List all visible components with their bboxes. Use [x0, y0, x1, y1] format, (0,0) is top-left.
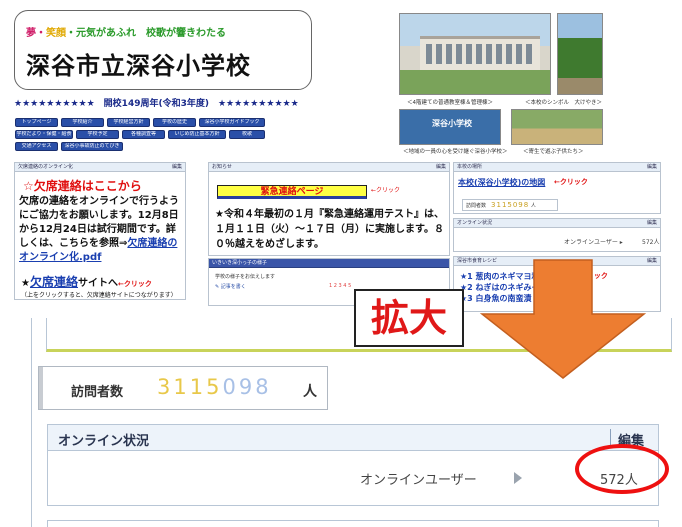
absence-body: 欠席の連絡をオンラインで行うようにご協力をお願いします。12月8日から12月24… [19, 195, 183, 265]
visitor-digits: 3115098 [491, 201, 530, 209]
nav-item-top[interactable]: トップページ [15, 118, 58, 127]
kids-panel-header: いきいき深小っ子の様子 [209, 259, 449, 268]
kids-subtitle: 学校の様子をお伝えします [215, 274, 276, 280]
slogan-part: 笑顔 [46, 28, 66, 39]
nav-item-safety-guide[interactable]: 深谷小事故防止のてびき [61, 142, 123, 151]
nav-item-history[interactable]: 学校の歴史 [153, 118, 196, 127]
nav-item-schedule[interactable]: 学校予定 [76, 130, 119, 139]
nav-item-newsletter[interactable]: 学校だより・保健・給食 [15, 130, 73, 139]
online-panel-header: オンライン状況 編集 [48, 425, 658, 451]
divider [31, 318, 32, 527]
photo-caption: ＜地域の一員の心を受け継ぐ深谷小学校＞ [403, 149, 508, 155]
edit-link[interactable]: 編集 [647, 219, 657, 227]
school-title: 深谷市立深谷小学校 [26, 52, 251, 80]
edit-link[interactable]: 編集 [172, 163, 182, 171]
online-user-label[interactable]: オンラインユーザー ▸ [564, 237, 623, 246]
online-panel-title: オンライン状況 [58, 434, 150, 449]
nav-item-guidebook[interactable]: 深谷小学校ガイドブック [199, 118, 265, 127]
absence-panel-header: 欠席連絡のオンライン化 編集 [15, 163, 185, 172]
visitor-label: 訪問者数 [71, 385, 124, 400]
zelkova-tree-photo[interactable] [557, 13, 603, 95]
highlight-ring [575, 444, 669, 494]
slogan-part: ・元気があふれ 校歌が響きわたる [66, 28, 226, 39]
online-status-panel-small: オンライン状況 編集 オンラインユーザー ▸ 572人 [453, 218, 661, 252]
write-article-link[interactable]: ✎ 記事を書く [215, 283, 246, 290]
online-panel-header: オンライン状況 編集 [454, 219, 660, 228]
zoom-label: 拡大 [370, 296, 447, 340]
edit-link[interactable]: 編集 [647, 257, 657, 265]
school-building-photo[interactable] [399, 13, 551, 95]
anniversary-banner: ★★★★★★★★★★ 開校149周年(令和3年度) ★★★★★★★★★★ [14, 99, 299, 109]
school-slogan: 夢・笑顔・元気があふれ 校歌が響きわたる [26, 24, 226, 39]
photo-caption: ＜4階建ての普通教室棟＆管理棟＞ [407, 100, 494, 106]
nav-item-policy[interactable]: 学校経営方針 [107, 118, 150, 127]
nav-item-access[interactable]: 交通アクセス [15, 142, 58, 151]
visitor-digits: 3115098 [157, 375, 272, 399]
visitor-digit: 098 [222, 375, 272, 399]
photo-caption: ＜寄生で遊ぶ子供たち＞ [523, 149, 584, 155]
visitor-digit: 115 [173, 375, 223, 399]
absence-panel: 欠席連絡のオンライン化 編集 ☆欠席連絡はここから 欠席の連絡をオンラインで行うよ… [14, 162, 186, 300]
caret-right-icon[interactable] [514, 472, 522, 484]
next-panel-edge [47, 520, 659, 527]
arrow-down-icon [479, 259, 647, 379]
click-hint: ←クリック [371, 187, 401, 194]
visitor-unit: 人 [303, 384, 317, 400]
pagination[interactable]: 1 2 3 4 5 [329, 283, 351, 289]
notice-body: ★令和４年最初の１月『緊急連絡運用テスト』は、１月１１日（火）～１７日（月）に実… [215, 209, 444, 250]
emergency-page-banner[interactable]: 緊急連絡ページ [217, 185, 367, 199]
absence-title: ☆欠席連絡はここから [23, 179, 142, 193]
sign-text: 深谷小学校 [432, 119, 472, 128]
nav-item-about[interactable]: 学校紹介 [61, 118, 104, 127]
school-sign-photo[interactable]: 深谷小学校 [399, 109, 501, 145]
school-map-link[interactable]: 本校(深谷小学校)の地図 [458, 177, 545, 188]
edit-link[interactable]: 編集 [436, 163, 446, 171]
online-user-label[interactable]: オンラインユーザー [360, 469, 477, 488]
visitor-counter-small: 訪問者数 3115098 人 [462, 199, 558, 211]
star-icon: ★ [21, 278, 30, 289]
children-playing-photo[interactable] [511, 109, 603, 145]
online-user-count: 572人 [642, 239, 660, 246]
zoom-label-box: 拡大 [354, 289, 464, 347]
nav-item-anti-bullying[interactable]: いじめ防止基本方針 [168, 130, 226, 139]
photo-caption: ＜本校のシンボル 大けやき＞ [525, 100, 603, 106]
absence-site-link[interactable]: ★欠席連絡サイトへ←クリック [21, 273, 152, 290]
panel-title: お知らせ [212, 164, 232, 170]
slogan-part: 夢・ [26, 28, 46, 39]
click-hint: ←クリック [117, 280, 152, 288]
nav-item-school-song[interactable]: 校歌 [229, 130, 265, 139]
online-status-panel: オンライン状況 編集 オンラインユーザー 572人 [47, 424, 659, 506]
school-location-panel: 本校の場所 編集 本校(深谷小学校)の地図 ←クリック 訪問者数 3115098 … [453, 162, 661, 214]
visitor-counter: 訪問者数 3115098 人 [38, 366, 328, 410]
nav-item-surveys[interactable]: 各種調査等 [122, 130, 165, 139]
absence-site-big[interactable]: 欠席連絡 [30, 275, 78, 289]
place-panel-header: 本校の場所 編集 [454, 163, 660, 172]
notice-panel: お知らせ 編集 緊急連絡ページ ←クリック ★令和４年最初の１月『緊急連絡運用テス… [208, 162, 450, 256]
absence-note: （上をクリックすると、欠席連絡サイトにつながります） [21, 292, 177, 299]
visitor-digit: 3 [157, 375, 174, 399]
visitor-unit: 人 [530, 203, 536, 209]
panel-title: 欠席連絡のオンライン化 [18, 164, 74, 170]
edit-link[interactable]: 編集 [647, 163, 657, 171]
notice-panel-header: お知らせ 編集 [209, 163, 449, 172]
absence-site-rest[interactable]: サイトへ [78, 278, 118, 289]
click-hint: ←クリック [554, 178, 588, 186]
visitor-label: 訪問者数 [466, 203, 487, 209]
panel-title: オンライン状況 [457, 220, 493, 226]
panel-title: 本校の場所 [457, 164, 483, 170]
